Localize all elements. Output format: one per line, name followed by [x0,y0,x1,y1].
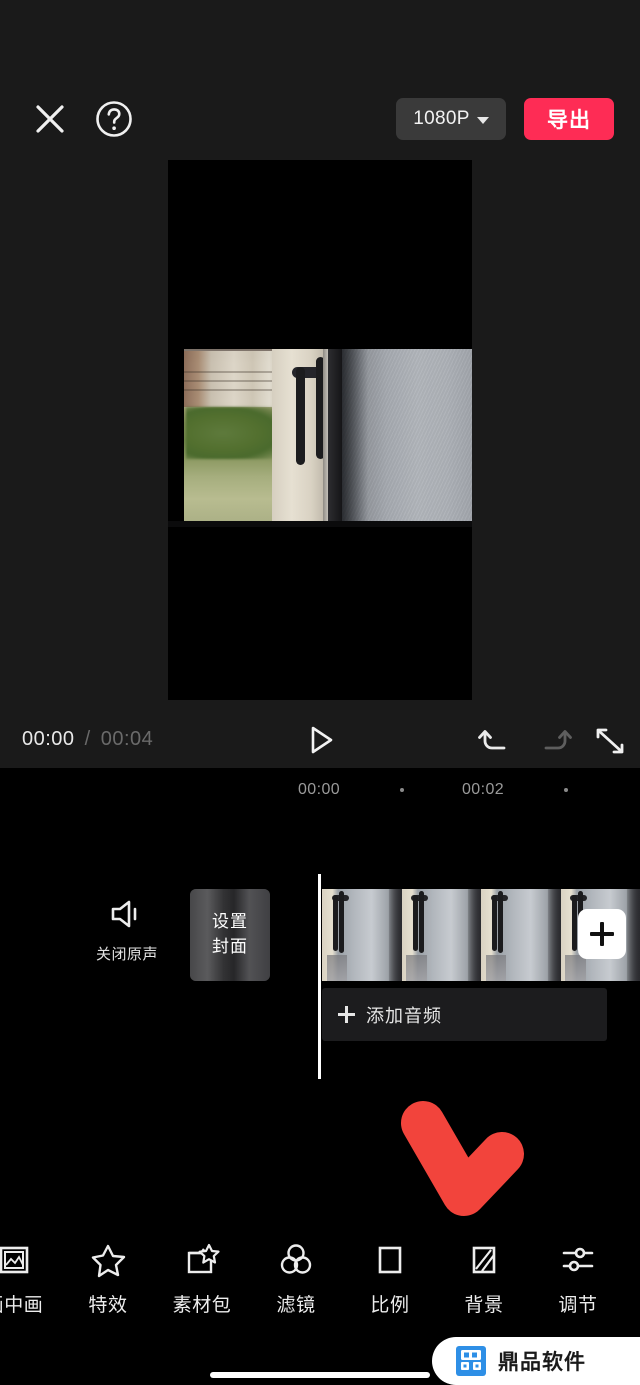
background-stripes-icon [438,1238,530,1282]
editor-screen: 1080P 导出 00:00 / 00:04 00:00 00:02 关闭原声 … [0,0,640,1385]
ruler-tick-dot [564,788,568,792]
close-icon [30,99,70,139]
track-thumbnail[interactable] [401,889,481,981]
brand-logo-icon [452,1342,490,1380]
aspect-ratio-square-icon [344,1238,436,1282]
tool-effects[interactable]: 特效 [62,1238,154,1317]
tool-filter[interactable]: 滤镜 [250,1238,342,1317]
time-separator: / [84,728,91,750]
top-bar: 1080P 导出 [0,0,640,150]
undo-button[interactable] [478,726,514,756]
video-scene-image [168,349,472,527]
ruler-label-0: 00:00 [298,781,341,798]
timeline-ruler[interactable]: 00:00 00:02 [0,768,640,814]
material-pack-icon [156,1238,248,1282]
track-thumbnail[interactable] [481,889,561,981]
chevron-down-icon [476,116,489,124]
help-circle-icon [94,101,134,143]
play-button[interactable] [303,724,339,756]
star-sparkle-icon [62,1238,154,1282]
fullscreen-icon [594,728,626,760]
tool-label: 背景 [464,1295,504,1316]
plus-icon [338,1006,355,1023]
play-icon [303,726,339,760]
help-button[interactable] [94,99,134,139]
add-audio-label: 添加音频 [366,1005,442,1026]
playhead[interactable] [318,874,321,1079]
time-readout: 00:00 / 00:04 [22,728,153,751]
down-right-arrow-annotation [398,1098,528,1220]
tool-label: 调节 [558,1295,598,1316]
resolution-value: 1080P [413,108,470,129]
current-time: 00:00 [22,728,75,750]
fullscreen-button[interactable] [594,726,626,756]
preview-area [0,150,640,710]
export-button[interactable]: 导出 [524,98,614,140]
watermark-badge: 鼎品软件 [432,1337,640,1385]
tool-adjust[interactable]: 调节 [532,1238,624,1317]
ruler-label-1: 00:02 [462,781,505,798]
tool-label: 比例 [370,1295,410,1316]
tool-label: 素材包 [172,1295,232,1316]
picture-in-picture-icon [0,1238,60,1282]
bottom-toolbar: 画中画 特效 素材包 [0,1230,640,1330]
redo-button[interactable] [536,726,572,756]
adjust-sliders-icon [532,1238,624,1282]
plus-icon [590,922,614,946]
tool-picture-in-picture[interactable]: 画中画 [0,1238,60,1317]
video-canvas[interactable] [168,160,472,700]
set-cover-button[interactable]: 设置 封面 [190,889,270,981]
cover-label-line2: 封面 [212,937,248,956]
watermark-text: 鼎品软件 [498,1351,586,1374]
ruler-tick-dot [400,788,404,792]
mute-original-sound-button[interactable]: 关闭原声 [96,896,158,964]
track-thumbnail[interactable] [322,889,402,981]
export-button-label: 导出 [547,109,591,132]
cover-label-line1: 设置 [212,912,248,932]
tool-aspect-ratio[interactable]: 比例 [344,1238,436,1317]
tool-label: 滤镜 [276,1295,316,1316]
close-button[interactable] [30,99,70,139]
filter-circles-icon [250,1238,342,1282]
resolution-selector[interactable]: 1080P [396,98,506,140]
mute-label: 关闭原声 [96,946,159,963]
tool-label: 特效 [88,1295,128,1316]
redo-icon [536,730,572,760]
total-time: 00:04 [100,728,154,750]
tool-background[interactable]: 背景 [438,1238,530,1317]
undo-icon [478,730,514,760]
player-control-bar: 00:00 / 00:04 [0,710,640,768]
speaker-mute-icon [105,900,149,936]
video-frame [168,349,472,527]
add-audio-track-button[interactable]: 添加音频 [322,988,607,1041]
tool-label: 画中画 [0,1295,44,1316]
add-clip-button[interactable] [578,909,626,959]
home-indicator [210,1372,430,1378]
tool-material-pack[interactable]: 素材包 [156,1238,248,1317]
